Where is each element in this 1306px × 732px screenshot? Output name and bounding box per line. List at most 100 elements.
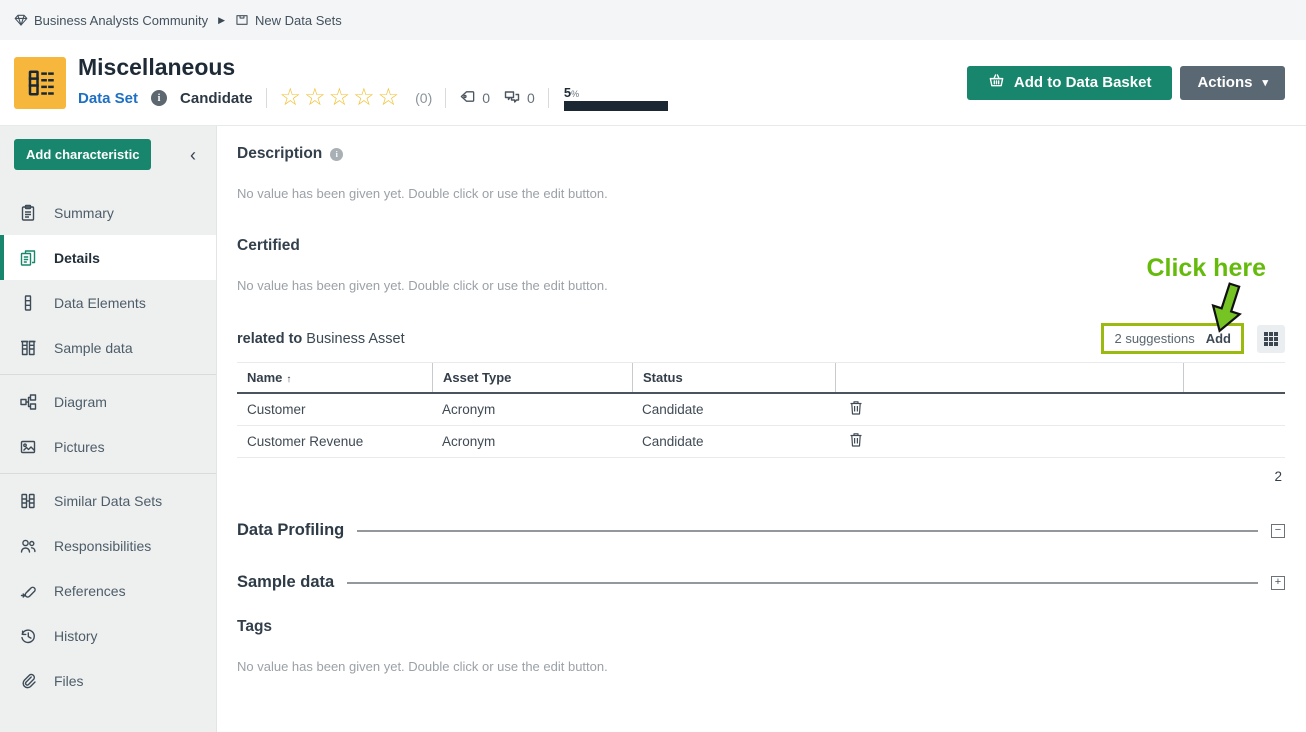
- related-to-heading: related to Business Asset: [237, 331, 405, 347]
- sidebar: Add characteristic ‹ Summary Details: [0, 126, 217, 732]
- basket-icon: [988, 72, 1005, 93]
- section-rule: [357, 530, 1258, 532]
- star-icon[interactable]: ☆: [353, 86, 378, 110]
- sidebar-item-pictures[interactable]: Pictures: [0, 424, 216, 469]
- sidebar-divider: [0, 374, 216, 375]
- sidebar-item-similar-data-sets[interactable]: Similar Data Sets: [0, 478, 216, 523]
- suggestions-count-link[interactable]: 2 suggestions: [1114, 331, 1194, 346]
- delete-relation-button[interactable]: [835, 394, 863, 415]
- certified-section-heading: Certified: [237, 237, 1285, 255]
- sidebar-item-references[interactable]: References: [0, 568, 216, 613]
- sidebar-item-label: Data Elements: [54, 295, 146, 311]
- sidebar-item-history[interactable]: History: [0, 613, 216, 658]
- sidebar-item-label: Responsibilities: [54, 538, 151, 554]
- progress-bar: [564, 101, 668, 111]
- main-content: Description i No value has been given ye…: [217, 126, 1306, 732]
- rating-stars[interactable]: ☆☆☆☆☆: [280, 86, 403, 110]
- comments-icon: [503, 88, 521, 109]
- tag-icon: [459, 88, 476, 108]
- table-row[interactable]: Customer Revenue Acronym Candidate: [237, 426, 1285, 458]
- cell-asset-type: Acronym: [432, 394, 632, 425]
- actions-button-label: Actions: [1197, 74, 1252, 91]
- collapse-section-button[interactable]: −: [1271, 524, 1285, 538]
- sidebar-item-label: Summary: [54, 205, 114, 221]
- sample-data-title: Sample data: [237, 573, 334, 592]
- paperclip-icon: [19, 672, 37, 690]
- tags-section-heading: Tags: [237, 618, 1285, 636]
- star-icon[interactable]: ☆: [329, 86, 354, 110]
- sidebar-item-label: Diagram: [54, 394, 107, 410]
- annotation-arrow-icon: [1208, 282, 1248, 341]
- breadcrumb-domain-label: New Data Sets: [255, 13, 342, 28]
- cell-status: Candidate: [632, 394, 835, 425]
- sidebar-item-data-elements[interactable]: Data Elements: [0, 280, 216, 325]
- sidebar-item-label: History: [54, 628, 98, 644]
- grid-icon: [1264, 332, 1278, 346]
- history-icon: [19, 627, 37, 645]
- column-header-empty: [1183, 363, 1285, 392]
- actions-button[interactable]: Actions ▾: [1180, 66, 1285, 100]
- asset-type-link[interactable]: Data Set: [78, 90, 138, 107]
- relation-role: related to: [237, 331, 302, 347]
- meta-divider: [548, 88, 549, 108]
- add-characteristic-button[interactable]: Add characteristic: [14, 139, 151, 170]
- sidebar-item-diagram[interactable]: Diagram: [0, 379, 216, 424]
- breadcrumb-community-link[interactable]: Business Analysts Community: [14, 13, 208, 28]
- sidebar-item-label: Details: [54, 250, 100, 266]
- description-section-heading: Description i: [237, 145, 1285, 163]
- column-header-status[interactable]: Status: [632, 363, 835, 392]
- pictures-icon: [19, 438, 37, 456]
- tags-counter[interactable]: 0: [459, 88, 490, 108]
- add-to-data-basket-button[interactable]: Add to Data Basket: [967, 66, 1173, 100]
- breadcrumb: Business Analysts Community ▶ New Data S…: [0, 0, 1306, 40]
- sidebar-item-responsibilities[interactable]: Responsibilities: [0, 523, 216, 568]
- star-icon[interactable]: ☆: [304, 86, 329, 110]
- documents-icon: [19, 249, 37, 267]
- expand-section-button[interactable]: +: [1271, 576, 1285, 590]
- sidebar-item-sample-data[interactable]: Sample data: [0, 325, 216, 370]
- star-icon[interactable]: ☆: [378, 86, 403, 110]
- table-header-row: Name↑ Asset Type Status: [237, 363, 1285, 394]
- description-info-icon[interactable]: i: [330, 148, 343, 161]
- result-count: 2: [237, 469, 1285, 484]
- column-header-name[interactable]: Name↑: [237, 363, 432, 392]
- community-icon: [14, 13, 28, 27]
- progress-value: 5: [564, 85, 571, 100]
- tags-empty-value[interactable]: No value has been given yet. Double clic…: [237, 659, 1285, 674]
- sidebar-item-label: Files: [54, 673, 84, 689]
- sidebar-item-label: References: [54, 583, 126, 599]
- progress-unit: %: [571, 89, 579, 99]
- sort-ascending-icon: ↑: [286, 374, 291, 385]
- certified-empty-value[interactable]: No value has been given yet. Double clic…: [237, 278, 1285, 293]
- data-set-icon: [14, 57, 66, 109]
- completeness-indicator: 5%: [564, 86, 668, 111]
- annotation-click-here: Click here: [1146, 254, 1266, 283]
- star-icon[interactable]: ☆: [280, 86, 305, 110]
- sidebar-item-files[interactable]: Files: [0, 658, 216, 703]
- sidebar-collapse-icon[interactable]: ‹: [184, 146, 202, 164]
- delete-relation-button[interactable]: [835, 426, 863, 447]
- breadcrumb-domain-link[interactable]: New Data Sets: [235, 13, 342, 28]
- cell-name[interactable]: Customer Revenue: [237, 426, 432, 457]
- data-profiling-section: Data Profiling −: [237, 521, 1285, 540]
- asset-type-info-icon[interactable]: i: [151, 90, 167, 106]
- rating-count: (0): [415, 90, 432, 106]
- sample-data-section: Sample data +: [237, 573, 1285, 592]
- sample-data-icon: [19, 339, 37, 357]
- related-assets-table: Name↑ Asset Type Status Customer Acronym…: [237, 362, 1285, 458]
- tags-title: Tags: [237, 618, 272, 636]
- relation-target-type: Business Asset: [306, 331, 404, 347]
- sidebar-item-label: Sample data: [54, 340, 133, 356]
- cell-name[interactable]: Customer: [237, 394, 432, 425]
- people-icon: [19, 537, 37, 555]
- sidebar-item-details[interactable]: Details: [0, 235, 216, 280]
- sidebar-item-summary[interactable]: Summary: [0, 190, 216, 235]
- table-view-options-button[interactable]: [1257, 325, 1285, 353]
- comments-counter[interactable]: 0: [503, 88, 535, 109]
- column-header-asset-type[interactable]: Asset Type: [432, 363, 632, 392]
- table-row[interactable]: Customer Acronym Candidate: [237, 394, 1285, 426]
- status-badge: Candidate: [180, 90, 253, 107]
- description-empty-value[interactable]: No value has been given yet. Double clic…: [237, 186, 1285, 201]
- meta-divider: [445, 88, 446, 108]
- sidebar-item-label: Pictures: [54, 439, 105, 455]
